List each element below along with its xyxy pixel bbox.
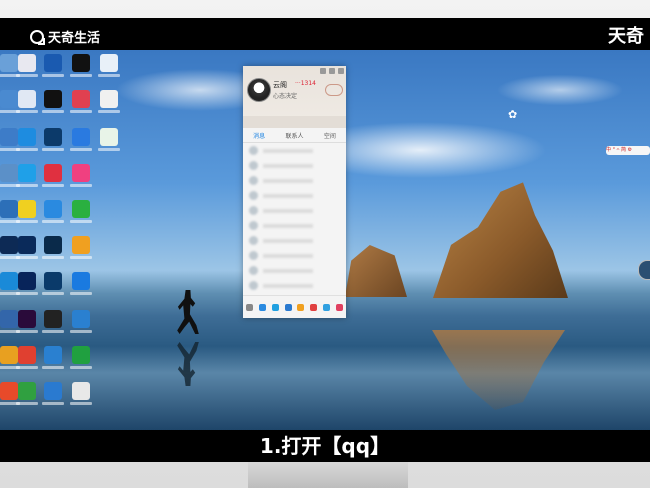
input-method-bar[interactable]: 中 ° 𝄐 简 ⚙ <box>606 146 650 155</box>
desktop-icon[interactable] <box>16 90 38 113</box>
desktop-icon[interactable] <box>0 54 20 77</box>
desktop-icon[interactable] <box>98 90 120 113</box>
list-item[interactable] <box>243 158 346 173</box>
window-controls <box>320 68 344 74</box>
desktop-icon[interactable] <box>42 310 64 333</box>
file-icon[interactable] <box>271 303 279 311</box>
desktop-icon[interactable] <box>0 310 20 333</box>
runner-silhouette <box>177 290 199 334</box>
contacts-icon[interactable] <box>258 303 266 311</box>
desktop-icon[interactable] <box>42 128 64 151</box>
desktop-icon[interactable] <box>16 346 38 369</box>
desktop-icon[interactable] <box>0 346 20 369</box>
desktop-icon[interactable] <box>16 128 38 151</box>
desktop-icon[interactable] <box>0 382 20 405</box>
desktop-icon[interactable] <box>42 382 64 405</box>
cloud-icon[interactable] <box>323 303 331 311</box>
list-item[interactable] <box>243 278 346 293</box>
brand-name: 天奇生活 <box>48 31 101 46</box>
desktop-icon[interactable] <box>42 346 64 369</box>
desktop-icon[interactable] <box>16 164 38 187</box>
qq-level-badge: ···1314 <box>295 80 316 87</box>
monitor-frame: 天奇生活 天奇 ✿ 中 ° 𝄐 简 ⚙ 云阁 ···1314 心态决定 消息 联… <box>0 0 650 488</box>
tab-contacts[interactable]: 联系人 <box>285 131 303 140</box>
desktop-icon[interactable] <box>70 128 92 151</box>
qq-header: 云阁 ···1314 心态决定 <box>243 66 346 128</box>
qq-window[interactable]: 云阁 ···1314 心态决定 消息 联系人 空间 <box>243 66 346 318</box>
sea-rock <box>433 182 568 298</box>
runner-reflection <box>176 342 200 386</box>
desktop-icon[interactable] <box>70 382 92 405</box>
avatar[interactable] <box>247 78 271 102</box>
qq-tabs: 消息 联系人 空间 <box>243 128 346 143</box>
desktop-icon[interactable] <box>0 164 20 187</box>
desktop-icon[interactable] <box>42 164 64 187</box>
desktop-icon[interactable] <box>16 310 38 333</box>
menu-icon[interactable] <box>245 303 253 311</box>
conversation-list <box>243 143 346 293</box>
desktop-icon[interactable] <box>42 90 64 113</box>
desktop-icon[interactable] <box>16 236 38 259</box>
desktop-icon[interactable] <box>70 236 92 259</box>
tab-messages[interactable]: 消息 <box>253 131 265 140</box>
desktop-icon[interactable] <box>0 90 20 113</box>
side-float-ball[interactable] <box>638 260 650 280</box>
desktop-icon[interactable] <box>70 164 92 187</box>
desktop-icon[interactable] <box>70 272 92 295</box>
list-item[interactable] <box>243 173 346 188</box>
desktop-icon[interactable] <box>42 236 64 259</box>
qq-signature[interactable]: 心态决定 <box>273 91 297 100</box>
desktop-icon[interactable] <box>16 272 38 295</box>
floating-helper-icon[interactable]: ✿ <box>508 108 522 121</box>
desktop-icon[interactable] <box>70 90 92 113</box>
list-item[interactable] <box>243 143 346 158</box>
monitor-stand <box>248 462 408 488</box>
weather-icon[interactable] <box>325 84 343 96</box>
list-item[interactable] <box>243 233 346 248</box>
desktop-icon[interactable] <box>16 200 38 223</box>
list-item[interactable] <box>243 188 346 203</box>
search-icon <box>30 29 45 45</box>
brand-logo: 天奇生活 <box>30 27 100 46</box>
minimize-icon[interactable] <box>329 68 335 74</box>
skin-icon[interactable] <box>320 68 326 74</box>
desktop-icon[interactable] <box>42 54 64 77</box>
desktop-icon[interactable] <box>16 54 38 77</box>
list-item[interactable] <box>243 218 346 233</box>
desktop-icon[interactable] <box>16 382 38 405</box>
subtitle-text: 1.打开【qq】 <box>259 434 391 458</box>
qq-nickname: 云阁 <box>273 81 287 89</box>
desktop-icon[interactable] <box>70 54 92 77</box>
brand-watermark: 天奇 <box>608 26 644 47</box>
list-item[interactable] <box>243 203 346 218</box>
search-input[interactable] <box>243 116 346 128</box>
desktop-icon[interactable] <box>0 236 20 259</box>
desktop-icon[interactable] <box>98 128 120 151</box>
desktop-icon[interactable] <box>70 200 92 223</box>
desktop-icon[interactable] <box>0 200 20 223</box>
rock-reflection <box>432 330 565 410</box>
desktop-icon[interactable] <box>42 200 64 223</box>
desktop-icon[interactable] <box>98 54 120 77</box>
tab-space[interactable]: 空间 <box>324 131 336 140</box>
desktop-icon[interactable] <box>42 272 64 295</box>
list-item[interactable] <box>243 248 346 263</box>
list-item[interactable] <box>243 263 346 278</box>
game-icon[interactable] <box>310 303 318 311</box>
desktop-icon[interactable] <box>70 346 92 369</box>
more-icon[interactable] <box>336 303 344 311</box>
desktop-icon[interactable] <box>0 272 20 295</box>
close-icon[interactable] <box>338 68 344 74</box>
desktop-icon[interactable] <box>70 310 92 333</box>
star-icon[interactable] <box>297 303 305 311</box>
sea-rock-small <box>345 245 407 297</box>
qq-bottom-toolbar <box>243 295 346 318</box>
app-icon[interactable] <box>284 303 292 311</box>
desktop-icon[interactable] <box>0 128 20 151</box>
